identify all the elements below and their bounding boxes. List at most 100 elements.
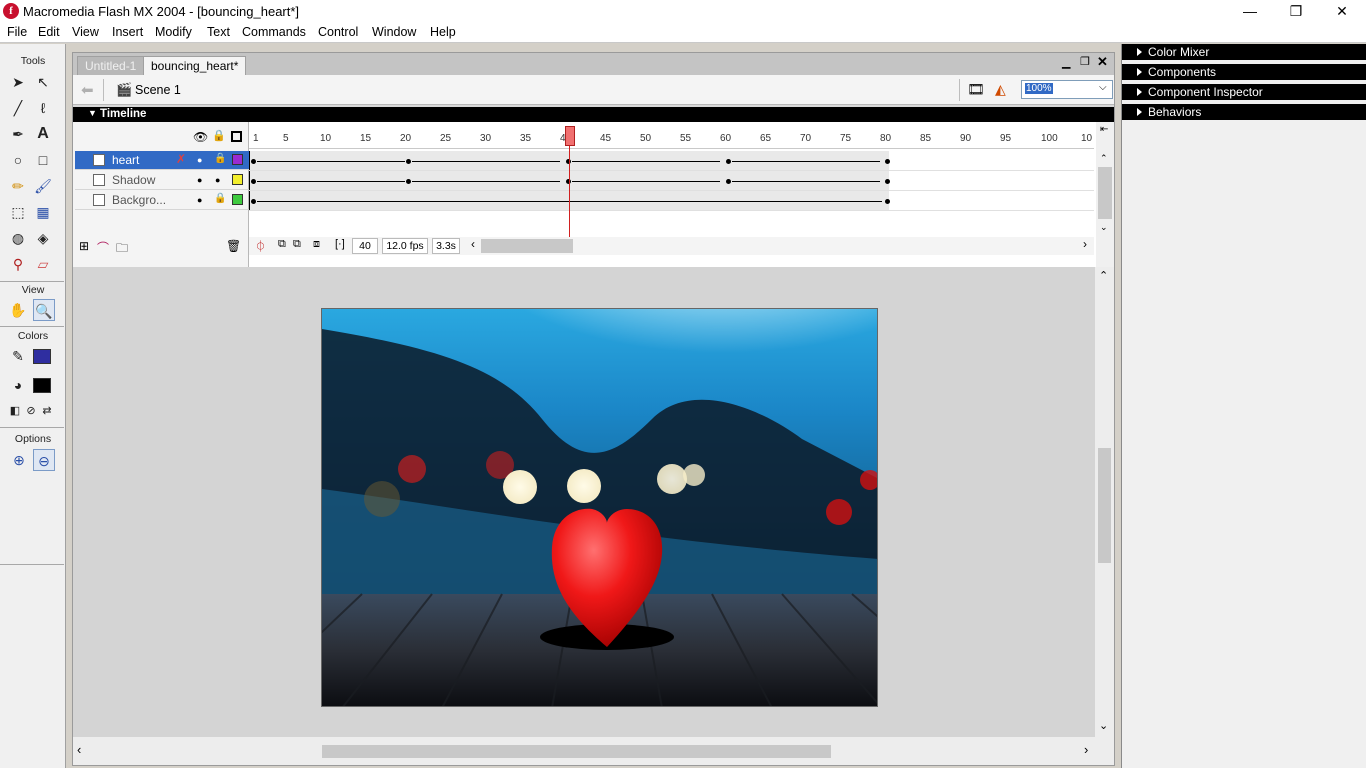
close-button[interactable]: ✕ (1319, 0, 1365, 23)
scroll-left-icon[interactable]: ‹ (77, 742, 81, 757)
menu-edit[interactable]: Edit (38, 25, 60, 39)
keyframe[interactable] (885, 179, 890, 184)
zoom-out-icon[interactable]: ⊖ (33, 449, 55, 471)
scroll-up-icon[interactable]: ⌃ (1100, 153, 1108, 164)
layer-lock-icon[interactable]: 🔒 (214, 153, 226, 164)
frame-rate-field[interactable]: 12.0 fps (382, 238, 428, 254)
keyframe[interactable] (726, 179, 731, 184)
tab-bouncing-heart[interactable]: bouncing_heart* (143, 56, 247, 75)
menu-help[interactable]: Help (430, 25, 456, 39)
frame-row-shadow[interactable] (249, 171, 1094, 191)
scroll-left-icon[interactable]: ‹ (471, 237, 475, 251)
scroll-down-icon[interactable]: ⌄ (1100, 222, 1108, 233)
timeline-hscroll-thumb[interactable] (481, 239, 573, 253)
subselect-tool-icon[interactable]: ↖ (32, 71, 54, 93)
pencil-tool-icon[interactable]: ✏ (7, 175, 29, 197)
back-arrow-icon[interactable]: ⬅ (81, 81, 94, 99)
layer-row-heart[interactable]: heart ✗ ● 🔒 (75, 151, 249, 170)
rectangle-tool-icon[interactable]: □ (32, 149, 54, 171)
menu-view[interactable]: View (72, 25, 99, 39)
keyframe[interactable] (406, 159, 411, 164)
frame-grid[interactable] (249, 151, 1094, 211)
layer-row-shadow[interactable]: Shadow ● ● (75, 171, 249, 190)
ink-bottle-tool-icon[interactable]: ◍ (7, 227, 29, 249)
stage-hscroll[interactable]: ‹ › (73, 737, 1114, 765)
add-motion-guide-icon[interactable]: ⌒ (97, 239, 109, 256)
fill-transform-tool-icon[interactable]: ▦ (32, 201, 54, 223)
keyframe[interactable] (726, 159, 731, 164)
fill-color-swatch[interactable] (33, 378, 51, 393)
zoom-in-icon[interactable]: ⊕ (8, 449, 30, 471)
swap-colors-icon[interactable]: ⇄ (36, 400, 58, 422)
zoom-select[interactable]: 100% ⌵ (1021, 80, 1113, 99)
expand-icon[interactable]: ⇤ (1100, 124, 1108, 135)
keyframe[interactable] (885, 159, 890, 164)
scroll-thumb[interactable] (1098, 448, 1111, 563)
frame-ruler[interactable]: 1 5 10 15 20 25 30 35 40 45 50 55 60 65 … (249, 122, 1094, 149)
scroll-down-icon[interactable]: ⌄ (1099, 719, 1108, 732)
stage[interactable] (321, 308, 878, 707)
layer-color-swatch[interactable] (232, 154, 243, 165)
outline-icon[interactable] (231, 131, 242, 142)
scroll-up-icon[interactable]: ⌃ (1099, 269, 1108, 282)
restore-button[interactable]: ❐ (1273, 0, 1319, 23)
edit-symbols-icon[interactable]: ◭ (995, 81, 1006, 98)
scroll-thumb[interactable] (1098, 167, 1112, 219)
visibility-dot[interactable]: ● (197, 155, 202, 165)
layer-color-swatch[interactable] (232, 194, 243, 205)
eraser-tool-icon[interactable]: ▱ (32, 253, 54, 275)
current-frame-field[interactable]: 40 (352, 238, 378, 254)
panel-components[interactable]: Components (1122, 64, 1366, 82)
line-tool-icon[interactable]: ╱ (7, 97, 29, 119)
scroll-right-icon[interactable]: › (1083, 237, 1087, 251)
lock-dot[interactable]: ● (215, 175, 220, 185)
panel-behaviors[interactable]: Behaviors (1122, 104, 1366, 122)
lock-icon[interactable]: 🔒 (212, 129, 226, 142)
doc-minimize-icon[interactable]: ▁ (1062, 56, 1070, 69)
doc-close-icon[interactable]: ✕ (1097, 54, 1108, 70)
stage-vscroll[interactable]: ⌃ ⌄ (1095, 267, 1114, 737)
delete-layer-icon[interactable]: 🗑 (226, 239, 241, 253)
keyframe[interactable] (251, 199, 256, 204)
free-transform-tool-icon[interactable]: ⬚ (7, 201, 29, 223)
menu-text[interactable]: Text (207, 25, 230, 39)
onion-skin-outlines-icon[interactable]: ⧉ (293, 238, 301, 251)
frame-row-background[interactable] (249, 191, 1094, 211)
layer-lock-icon[interactable]: 🔒 (214, 193, 226, 204)
playhead[interactable] (565, 126, 575, 240)
text-tool-icon[interactable]: A (32, 123, 54, 145)
panel-color-mixer[interactable]: Color Mixer (1122, 44, 1366, 62)
visibility-dot[interactable]: ● (197, 195, 202, 205)
menu-window[interactable]: Window (372, 25, 416, 39)
oval-tool-icon[interactable]: ○ (7, 149, 29, 171)
layer-color-swatch[interactable] (232, 174, 243, 185)
keyframe[interactable] (251, 159, 256, 164)
panel-component-inspector[interactable]: Component Inspector (1122, 84, 1366, 102)
modify-onion-markers-icon[interactable]: [·] (335, 238, 345, 250)
eye-icon[interactable]: 👁 (193, 130, 208, 144)
onion-skin-icon[interactable]: ⧉ (278, 238, 286, 251)
eyedropper-tool-icon[interactable]: ⚲ (7, 253, 29, 275)
edit-multiple-frames-icon[interactable]: ⧈ (313, 238, 320, 251)
brush-tool-icon[interactable]: 🖌 (32, 175, 54, 197)
menu-control[interactable]: Control (318, 25, 358, 39)
pen-tool-icon[interactable]: ✒ (7, 123, 29, 145)
menu-file[interactable]: File (7, 25, 27, 39)
insert-folder-icon[interactable]: 🗀 (116, 239, 128, 260)
timeline-vscroll[interactable]: ⇤ ⌃ ⌄ (1096, 122, 1114, 267)
edit-scene-icon[interactable]: 🎞 (967, 81, 985, 98)
center-frame-icon[interactable]: ⏀ (255, 238, 266, 254)
menu-modify[interactable]: Modify (155, 25, 192, 39)
frame-row-heart[interactable] (249, 151, 1094, 171)
menu-insert[interactable]: Insert (112, 25, 143, 39)
lasso-tool-icon[interactable]: ℓ (32, 97, 54, 119)
keyframe[interactable] (406, 179, 411, 184)
playhead-handle[interactable] (565, 126, 575, 146)
doc-restore-icon[interactable]: ❐ (1080, 55, 1090, 68)
visibility-dot[interactable]: ● (197, 175, 202, 185)
layer-row-background[interactable]: Backgro... ● 🔒 (75, 191, 249, 210)
hand-tool-icon[interactable]: ✋ (7, 299, 29, 321)
timeline-header[interactable]: ▼ Timeline (73, 107, 1114, 122)
menu-commands[interactable]: Commands (242, 25, 306, 39)
keyframe[interactable] (885, 199, 890, 204)
